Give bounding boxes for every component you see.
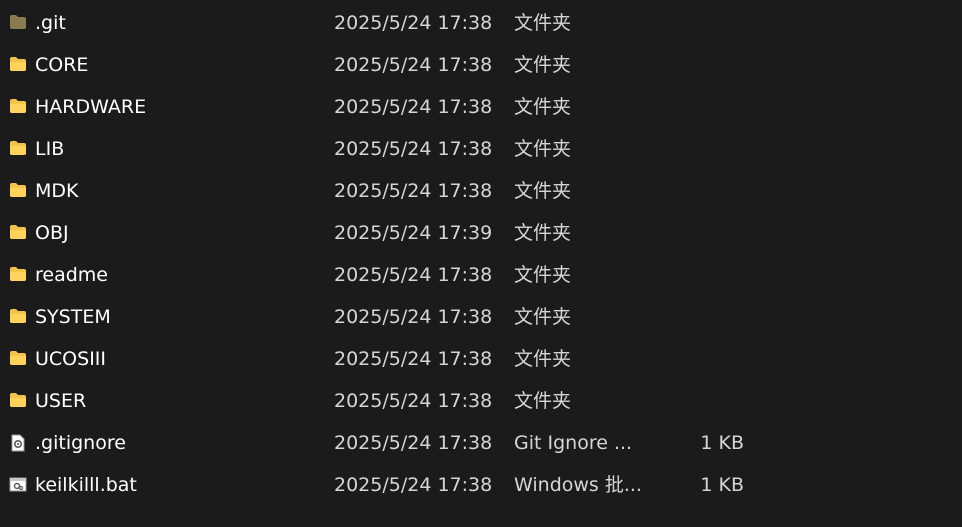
file-modified: 2025/5/24 17:39	[334, 222, 493, 244]
file-modified: 2025/5/24 17:38	[334, 432, 493, 454]
file-list: .git 2025/5/24 17:38 文件夹 CORE 2025/5/24 …	[0, 2, 962, 506]
file-row-gitignore[interactable]: .gitignore 2025/5/24 17:38 Git Ignore ..…	[0, 422, 962, 464]
folder-icon	[9, 392, 27, 408]
file-modified: 2025/5/24 17:38	[334, 138, 493, 160]
file-row-keilkilll-bat[interactable]: keilkilll.bat 2025/5/24 17:38 Windows 批.…	[0, 464, 962, 506]
file-type: 文件夹	[514, 222, 572, 244]
file-name: readme	[35, 264, 108, 286]
file-row-user[interactable]: USER 2025/5/24 17:38 文件夹	[0, 380, 962, 422]
folder-icon	[9, 350, 27, 366]
file-name: .git	[35, 12, 66, 34]
file-type: 文件夹	[514, 12, 572, 34]
file-row-readme[interactable]: readme 2025/5/24 17:38 文件夹	[0, 254, 962, 296]
file-type: 文件夹	[514, 390, 572, 412]
file-type: 文件夹	[514, 348, 572, 370]
file-name: keilkilll.bat	[35, 474, 137, 496]
file-modified: 2025/5/24 17:38	[334, 12, 493, 34]
file-type: 文件夹	[514, 306, 572, 328]
folder-dim-icon	[9, 14, 27, 30]
folder-icon	[9, 308, 27, 324]
file-type: Git Ignore ...	[514, 432, 633, 454]
file-size: 1 KB	[700, 432, 744, 454]
file-row-git[interactable]: .git 2025/5/24 17:38 文件夹	[0, 2, 962, 44]
file-row-lib[interactable]: LIB 2025/5/24 17:38 文件夹	[0, 128, 962, 170]
file-name: OBJ	[35, 222, 69, 244]
folder-icon	[9, 140, 27, 156]
file-name: .gitignore	[35, 432, 126, 454]
file-type: 文件夹	[514, 96, 572, 118]
file-row-ucosiii[interactable]: UCOSIII 2025/5/24 17:38 文件夹	[0, 338, 962, 380]
batch-file-icon	[9, 476, 27, 492]
file-modified: 2025/5/24 17:38	[334, 180, 493, 202]
file-name: LIB	[35, 138, 65, 160]
file-type: 文件夹	[514, 54, 572, 76]
file-modified: 2025/5/24 17:38	[334, 264, 493, 286]
folder-icon	[9, 56, 27, 72]
file-size: 1 KB	[700, 474, 744, 496]
file-row-obj[interactable]: OBJ 2025/5/24 17:39 文件夹	[0, 212, 962, 254]
file-row-mdk[interactable]: MDK 2025/5/24 17:38 文件夹	[0, 170, 962, 212]
file-modified: 2025/5/24 17:38	[334, 54, 493, 76]
folder-icon	[9, 182, 27, 198]
folder-icon	[9, 266, 27, 282]
file-modified: 2025/5/24 17:38	[334, 390, 493, 412]
file-name: UCOSIII	[35, 348, 106, 370]
file-name: HARDWARE	[35, 96, 147, 118]
file-type: Windows 批...	[514, 474, 642, 496]
file-modified: 2025/5/24 17:38	[334, 474, 493, 496]
file-name: CORE	[35, 54, 89, 76]
file-modified: 2025/5/24 17:38	[334, 348, 493, 370]
file-type: 文件夹	[514, 180, 572, 202]
file-type: 文件夹	[514, 264, 572, 286]
file-row-hardware[interactable]: HARDWARE 2025/5/24 17:38 文件夹	[0, 86, 962, 128]
file-name: MDK	[35, 180, 79, 202]
file-name: USER	[35, 390, 87, 412]
file-name: SYSTEM	[35, 306, 111, 328]
folder-icon	[9, 98, 27, 114]
folder-icon	[9, 224, 27, 240]
file-row-system[interactable]: SYSTEM 2025/5/24 17:38 文件夹	[0, 296, 962, 338]
file-modified: 2025/5/24 17:38	[334, 306, 493, 328]
file-type: 文件夹	[514, 138, 572, 160]
file-row-core[interactable]: CORE 2025/5/24 17:38 文件夹	[0, 44, 962, 86]
file-modified: 2025/5/24 17:38	[334, 96, 493, 118]
gear-file-icon	[9, 434, 27, 452]
